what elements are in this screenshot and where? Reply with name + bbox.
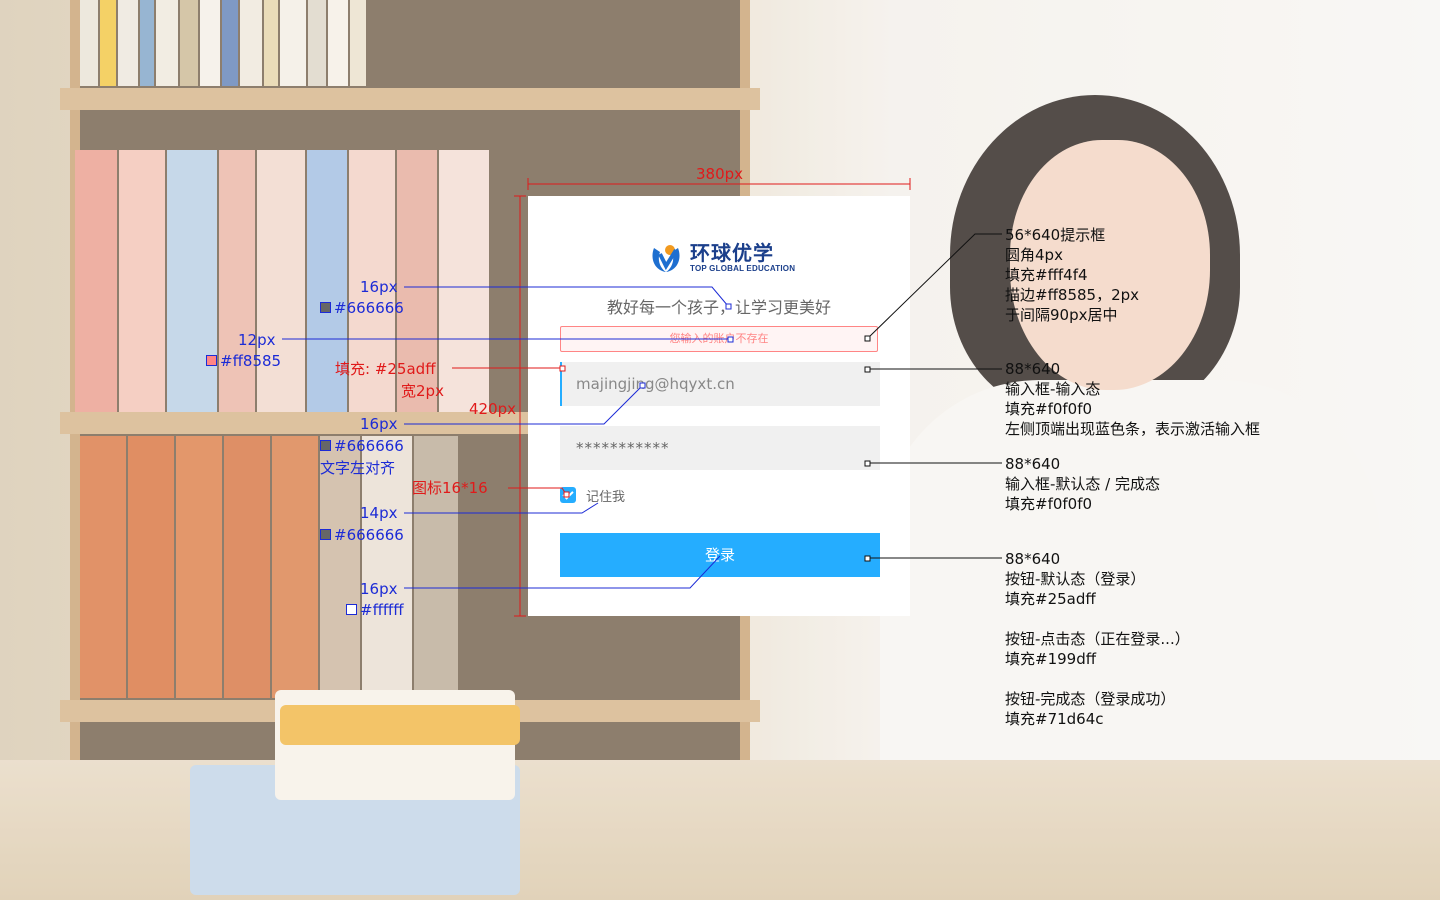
note-input-default: 88*640 输入框-默认态 / 完成态 填充#f0f0f0 [1005, 455, 1161, 513]
card-width-label: 380px [696, 165, 744, 183]
remember-color-label: #666666 [320, 525, 404, 545]
logo-english-text: TOP GLOBAL EDUCATION [690, 264, 796, 273]
icon-size-label: 图标16*16 [412, 479, 488, 497]
bar-fill-label: 填充: #25adff [335, 360, 436, 378]
username-input[interactable]: majingjing@hqyxt.cn [560, 362, 880, 406]
remember-me[interactable]: 记住我 [560, 487, 626, 505]
bar-width-label: 宽2px [401, 382, 444, 400]
login-button[interactable]: 登录 [560, 533, 880, 577]
color-swatch-icon [320, 302, 331, 313]
input-size-label: 16px [360, 415, 398, 433]
color-swatch-icon [320, 529, 331, 540]
brand-logo: 环球优学 TOP GLOBAL EDUCATION [648, 238, 795, 278]
color-swatch-icon [320, 440, 331, 451]
password-input[interactable]: *********** [560, 426, 880, 470]
color-swatch-icon [206, 355, 217, 366]
remember-size-label: 14px [360, 504, 398, 522]
slogan-size-label: 16px [360, 278, 398, 296]
login-card: 环球优学 TOP GLOBAL EDUCATION 教好每一个孩子，让学习更美好… [528, 196, 910, 616]
remember-me-label: 记住我 [586, 489, 626, 505]
input-align-label: 文字左对齐 [320, 459, 396, 477]
logo-mark-icon [648, 240, 684, 276]
error-color-label: #ff8585 [206, 351, 281, 371]
card-height-label: 420px [469, 400, 517, 418]
button-size-label: 16px [360, 580, 398, 598]
error-size-label: 12px [238, 331, 276, 349]
slogan-color-label: #666666 [320, 298, 404, 318]
error-message: 您输入的账户不存在 [560, 326, 878, 352]
color-swatch-icon [346, 604, 357, 615]
button-color-label: #ffffff [346, 600, 404, 620]
logo-chinese-text: 环球优学 [690, 241, 774, 265]
note-error-box: 56*640提示框 圆角4px 填充#fff4f4 描边#ff8585，2px … [1005, 226, 1140, 324]
checkbox-checked-icon[interactable] [560, 487, 576, 503]
note-button: 88*640 按钮-默认态（登录） 填充#25adff 按钮-点击态（正在登录.… [1005, 550, 1190, 728]
slogan: 教好每一个孩子，让学习更美好 [606, 298, 831, 317]
note-input-active: 88*640 输入框-输入态 填充#f0f0f0 左侧顶端出现蓝色条，表示激活输… [1005, 360, 1261, 438]
input-color-label: #666666 [320, 436, 404, 456]
